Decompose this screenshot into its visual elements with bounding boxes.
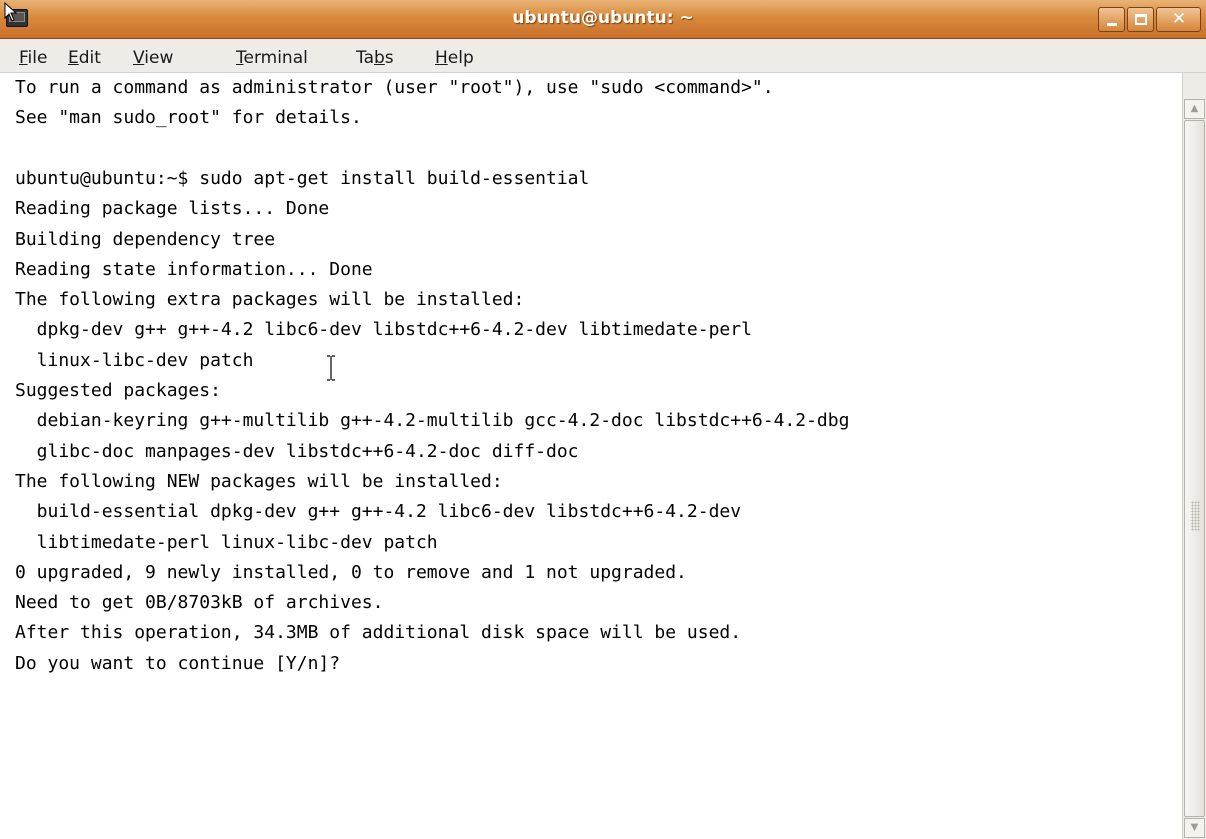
terminal-line: Reading package lists... Done [15,198,330,220]
window-title: ubuntu@ubuntu: ~ [512,8,694,28]
menu-bar: File Edit View Terminal Tabs Help [0,39,1206,73]
title-bar[interactable]: ubuntu@ubuntu: ~ ✕ [0,0,1206,39]
menu-tabs[interactable]: Tabs [356,48,394,68]
maximize-button[interactable] [1127,7,1154,32]
maximize-icon [1135,14,1147,25]
terminal-line: glibc-doc manpages-dev libstdc++6-4.2-do… [15,440,579,462]
terminal-line: dpkg-dev g++ g++-4.2 libc6-dev libstdc++… [15,319,752,341]
terminal-line: libtimedate-perl linux-libc-dev patch [15,531,438,553]
minimize-button[interactable] [1098,7,1125,32]
terminal-output[interactable]: To run a command as administrator (user … [0,73,1182,839]
scroll-up-arrow-icon[interactable]: ▲ [1184,99,1205,119]
terminal-line: Suggested packages: [15,380,221,401]
close-button[interactable]: ✕ [1156,7,1201,32]
text-cursor-icon [327,354,335,382]
menu-help[interactable]: Help [435,48,474,68]
mouse-pointer-icon [4,2,18,22]
terminal-line: The following extra packages will be ins… [15,289,525,311]
terminal-line: 0 upgraded, 9 newly installed, 0 to remo… [15,561,687,583]
menu-terminal[interactable]: Terminal [236,48,308,68]
terminal-line: After this operation, 34.3MB of addition… [15,622,742,644]
terminal-line: Reading state information... Done [15,258,373,280]
scroll-grip-icon [1191,501,1200,531]
menu-edit[interactable]: Edit [68,48,101,68]
terminal-line: See "man sudo_root" for details. [15,107,362,129]
terminal-line: ubuntu@ubuntu:~$ sudo apt-get install bu… [15,167,590,189]
vertical-scrollbar[interactable]: ▲ ▼ [1182,73,1206,839]
terminal-line: The following NEW packages will be insta… [15,470,503,492]
terminal-line: Building dependency tree [15,228,276,250]
terminal-line: Do you want to continue [Y/n]? [15,652,341,674]
terminal-line: debian-keyring g++-multilib g++-4.2-mult… [15,410,850,432]
menu-view[interactable]: View [133,48,173,68]
minimize-icon [1107,23,1117,26]
terminal-line: linux-libc-dev patch [15,349,254,371]
terminal-line: build-essential dpkg-dev g++ g++-4.2 lib… [15,501,742,523]
menu-file[interactable]: File [19,48,47,68]
terminal-line: To run a command as administrator (user … [15,77,774,98]
scroll-thumb[interactable] [1184,120,1205,817]
scroll-down-arrow-icon[interactable]: ▼ [1184,818,1205,838]
terminal-line: Need to get 0B/8703kB of archives. [15,592,384,614]
close-icon: ✕ [1171,9,1187,29]
